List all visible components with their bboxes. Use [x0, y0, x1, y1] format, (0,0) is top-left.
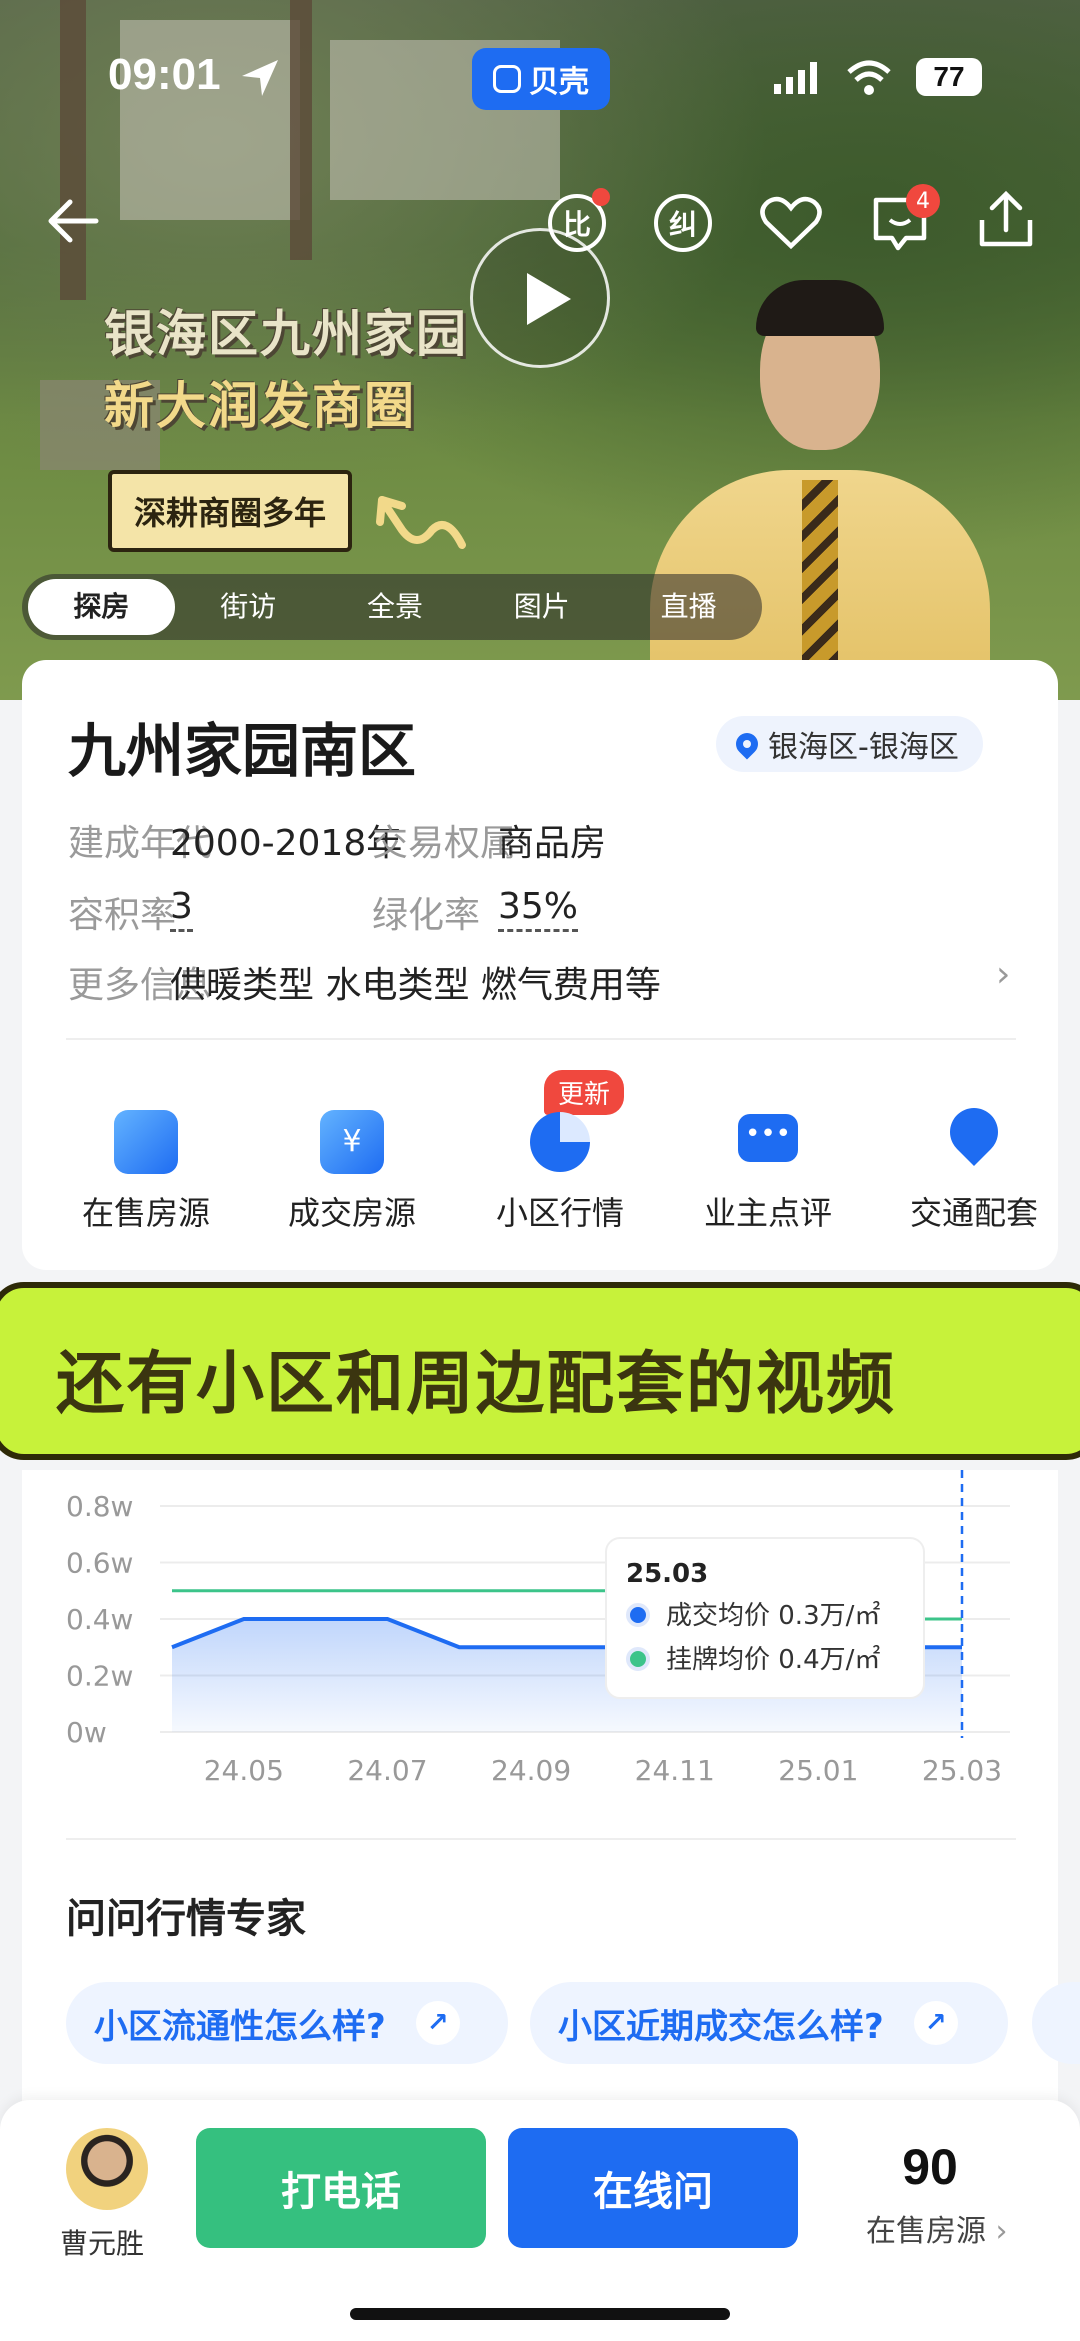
question-recent-deals[interactable]: 小区近期成交怎么样? ↗	[530, 1982, 1008, 2064]
listing-label-text: 在售房源	[866, 2214, 986, 2249]
online-chat-button[interactable]: 在线问	[508, 2128, 798, 2248]
tab-quanjing[interactable]: 全景	[322, 579, 469, 635]
correction-icon[interactable]: 纠	[654, 194, 712, 252]
question-liquidity[interactable]: 小区流通性怎么样? ↗	[66, 1982, 508, 2064]
info-value: 2000-2018年	[170, 823, 403, 864]
quick-link-market[interactable]: 小区行情	[460, 1080, 660, 1232]
community-name: 九州家园南区	[68, 717, 417, 785]
promo-banner-text: 还有小区和周边配套的视频	[56, 1345, 897, 1424]
y-tick-label: 0.4w	[66, 1603, 133, 1636]
community-info-card: 九州家园南区 银海区-银海区 建成年代 2000-2018年 交易权属 商品房 …	[22, 660, 1058, 1270]
info-label: 交易权属	[372, 823, 517, 864]
call-button[interactable]: 打电话	[196, 2128, 486, 2248]
x-tick-label: 25.01	[778, 1754, 858, 1787]
agent-name[interactable]: 曹元胜	[60, 2222, 144, 2262]
tooltip-item: 挂牌均价 0.4万/㎡	[666, 1645, 880, 1675]
squiggle-arrow-icon	[376, 496, 466, 549]
tooltip-date: 25.03	[626, 1559, 708, 1589]
tree-trunk	[60, 0, 86, 300]
tooltip-marker	[626, 1603, 650, 1627]
y-tick-label: 0w	[66, 1716, 107, 1749]
quick-link-label: 小区行情	[495, 1194, 624, 1232]
ask-expert-title: 问问行情专家	[66, 1896, 306, 1942]
promo-banner: 还有小区和周边配套的视频	[0, 1282, 1080, 1460]
quick-link-label: 交通配套	[909, 1194, 1038, 1232]
pie-chart-icon	[530, 1112, 590, 1172]
wifi-icon	[847, 60, 891, 95]
heart-icon[interactable]	[760, 194, 822, 250]
arrow-up-right-icon: ↗	[913, 2001, 958, 2045]
location-text: 银海区-银海区	[768, 730, 959, 765]
x-tick-label: 24.11	[635, 1754, 715, 1787]
x-tick-label: 24.05	[204, 1754, 284, 1787]
listing-count-label[interactable]: 在售房源 ›	[866, 2206, 1008, 2250]
presenter-tie	[802, 480, 838, 660]
back-arrow-icon[interactable]	[46, 198, 102, 244]
tooltip-item: 成交均价 0.3万/㎡	[666, 1601, 880, 1631]
tab-tupian[interactable]: 图片	[468, 579, 615, 635]
yuan-icon: ¥	[320, 1110, 384, 1174]
map-pin-icon	[940, 1098, 1008, 1166]
divider	[66, 1838, 1016, 1840]
x-tick-label: 24.09	[491, 1754, 571, 1787]
green-ratio-value[interactable]: 35%	[498, 886, 579, 932]
listing-count[interactable]: 90	[870, 2138, 990, 2196]
map-pin-icon	[731, 728, 763, 760]
arrow-up-right-icon: ↗	[415, 2001, 460, 2045]
battery-indicator: 77	[916, 58, 982, 96]
question-text: 小区近期成交怎么样?	[558, 2006, 884, 2047]
compare-dot	[592, 188, 610, 206]
message-count-badge: 4	[906, 184, 940, 218]
app-badge-label: 贝壳	[529, 65, 589, 100]
app-badge[interactable]: 贝壳	[472, 48, 610, 110]
video-title-line1: 银海区九州家园	[104, 305, 468, 363]
presenter-hair	[756, 280, 884, 336]
status-time: 09:01	[108, 50, 221, 99]
home-indicator[interactable]	[350, 2308, 730, 2320]
more-info-row[interactable]: 更多信息 供暖类型 水电类型 燃气费用等 ›	[22, 948, 1058, 1020]
info-label: 容积率	[68, 895, 177, 936]
more-info-value: 供暖类型 水电类型 燃气费用等	[170, 965, 661, 1006]
info-label: 绿化率	[372, 895, 481, 936]
quick-link-transit[interactable]: 交通配套	[874, 1080, 1074, 1232]
chevron-right-icon: ›	[996, 954, 1011, 995]
chevron-right-icon: ›	[995, 2214, 1008, 2249]
y-tick-label: 0.6w	[66, 1547, 133, 1580]
beike-logo-icon	[493, 65, 521, 93]
location-arrow-icon	[242, 60, 278, 96]
quick-link-deals[interactable]: ¥ 成交房源	[252, 1080, 452, 1232]
price-trend-chart[interactable]: 0.8w 0.6w 0.4w 0.2w 0w 24.05 24.07 24.09 24.11 25…	[0, 1470, 1080, 1810]
tab-tanfang[interactable]: 探房	[28, 579, 175, 635]
x-tick-label: 24.07	[347, 1754, 427, 1787]
y-tick-label: 0.2w	[66, 1660, 133, 1693]
signal-icon	[774, 62, 817, 94]
location-tag[interactable]: 银海区-银海区	[716, 716, 983, 772]
listing-icon	[114, 1110, 178, 1174]
tab-zhibo[interactable]: 直播	[615, 579, 762, 635]
quick-link-reviews[interactable]: ••• 业主点评	[668, 1080, 868, 1232]
quick-link-label: 成交房源	[287, 1194, 416, 1232]
media-tabs: 探房 街访 全景 图片 直播	[22, 574, 762, 640]
agent-avatar[interactable]	[66, 2128, 148, 2210]
quick-links: 在售房源 ¥ 成交房源 小区行情 ••• 业主点评 交通配套	[22, 1080, 1058, 1240]
y-tick-label: 0.8w	[66, 1490, 133, 1523]
quick-link-label: 业主点评	[703, 1194, 832, 1232]
chat-icon: •••	[738, 1114, 798, 1162]
x-tick-label: 25.03	[922, 1754, 1002, 1787]
tab-jiefang[interactable]: 街访	[175, 579, 322, 635]
quick-link-label: 在售房源	[81, 1194, 210, 1232]
question-text: 小区流通性怎么样?	[94, 2006, 386, 2047]
share-icon[interactable]	[976, 190, 1036, 250]
video-title-line2: 新大润发商圈	[104, 377, 416, 435]
info-value: 商品房	[498, 823, 607, 864]
divider	[66, 1038, 1016, 1040]
quick-link-listings[interactable]: 在售房源	[46, 1080, 246, 1232]
plot-ratio-value[interactable]: 3	[170, 886, 193, 932]
tree-trunk	[290, 0, 312, 260]
tooltip-marker	[626, 1647, 650, 1671]
video-tag: 深耕商圈多年	[108, 470, 353, 552]
